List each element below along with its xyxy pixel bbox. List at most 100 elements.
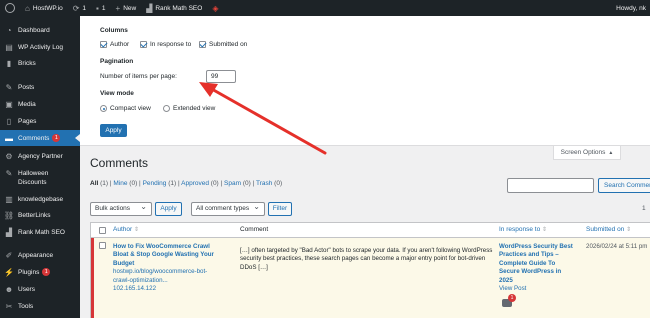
home-icon: ⌂	[25, 3, 30, 13]
sidebar-item-rank-math-seo[interactable]: ▟ Rank Math SEO	[0, 228, 80, 237]
response-post-title[interactable]: WordPress Security Best	[499, 243, 584, 251]
author-name-line: Bloat & Stop Google Wasting Your	[113, 251, 214, 259]
filter-spam[interactable]: Spam	[224, 180, 241, 187]
bulk-actions-select[interactable]: Bulk actions	[90, 201, 152, 216]
sidebar-item-media[interactable]: ▣ Media	[0, 100, 80, 109]
sidebar-item-bricks[interactable]: ▮ Bricks	[0, 59, 80, 68]
per-page-input[interactable]: 99	[206, 70, 236, 83]
updates-link[interactable]: ⟳ 1	[68, 0, 91, 16]
sidebar-item-pages[interactable]: ▯ Pages	[0, 117, 80, 126]
updates-count: 1	[82, 4, 87, 12]
columns-heading: Columns	[100, 27, 128, 34]
sidebar-item-tools[interactable]: ✂ Tools	[0, 302, 80, 311]
search-comments-button[interactable]: Search Comments	[598, 178, 650, 193]
filter-all[interactable]: All	[90, 180, 98, 187]
partner-icon: ⚙	[5, 152, 13, 161]
user-icon: ☻	[4, 285, 14, 294]
sidebar-item-halloween-discounts[interactable]: ✎ Halloween Discounts	[0, 169, 80, 187]
comments-count: 1	[101, 4, 106, 12]
response-post-title[interactable]: Practices and Tips –	[499, 251, 584, 259]
pending-comment-count: 1	[508, 294, 516, 302]
comment-icon: ▪	[96, 3, 99, 13]
search-input[interactable]	[507, 178, 594, 193]
column-in-response-to-checkbox[interactable]: In response to	[140, 41, 191, 48]
admin-sidebar: ◔ Dashboard ▤ WP Activity Log ▮ Bricks ✎…	[0, 16, 80, 318]
checkbox[interactable]	[140, 41, 147, 48]
compact-view-radio[interactable]: Compact view	[100, 105, 151, 112]
site-name: HostWP.io	[32, 4, 63, 12]
view-post-link[interactable]: View Post	[499, 285, 584, 293]
select-all-checkbox[interactable]	[99, 227, 106, 234]
submitted-on-cell[interactable]: 2026/02/24 at 5:11 pm	[586, 243, 650, 251]
author-url-link[interactable]: hostwp.io/blog/woocommerce-bot-	[113, 268, 233, 276]
radio[interactable]	[163, 105, 170, 112]
filter-count: (0)	[210, 180, 219, 187]
filter-mine[interactable]: Mine	[113, 180, 127, 187]
column-in-response-to-header[interactable]: In response to ⇕	[499, 226, 547, 233]
wordpress-logo-icon[interactable]	[0, 0, 20, 16]
filter-count: (1)	[168, 180, 177, 187]
admin-bar: ⌂ HostWP.io ⟳ 1 ▪ 1 + New ▟ Rank Math SE…	[0, 0, 650, 16]
sidebar-item-betterlinks[interactable]: ⛓ BetterLinks	[0, 211, 80, 220]
filter-count: (0)	[242, 180, 251, 187]
site-name-link[interactable]: ⌂ HostWP.io	[20, 0, 68, 16]
bulk-apply-button[interactable]: Apply	[155, 202, 182, 216]
sidebar-item-comments[interactable]: ▬ Comments 1	[0, 130, 80, 146]
checkbox-label: Submitted on	[209, 41, 248, 48]
plugin-icon: ⚡	[4, 268, 14, 277]
author-ip-link[interactable]: 102.165.14.122	[113, 285, 233, 293]
screen-options-apply-button[interactable]: Apply	[100, 124, 127, 137]
plugins-badge: 1	[42, 268, 51, 276]
pin-icon: ✎	[5, 169, 13, 178]
rankmath-icon: ▟	[146, 3, 153, 13]
comment-types-select[interactable]: All comment types	[191, 201, 265, 216]
media-icon: ▣	[5, 100, 13, 109]
comments-link[interactable]: ▪ 1	[91, 0, 110, 16]
screen-options-tab[interactable]: Screen Options ▲	[553, 146, 621, 160]
checkbox[interactable]	[199, 41, 206, 48]
sidebar-item-users[interactable]: ☻ Users	[0, 285, 80, 294]
response-post-title[interactable]: Secure WordPress in	[499, 268, 584, 276]
comment-text-line: security best practices, these search pa…	[240, 255, 486, 263]
bricks-icon: ▮	[6, 59, 12, 68]
filter-approved[interactable]: Approved	[181, 180, 209, 187]
sidebar-item-label: Agency Partner	[18, 153, 63, 160]
rankmath-link[interactable]: ▟ Rank Math SEO	[141, 0, 207, 16]
sidebar-item-label: Plugins	[18, 269, 40, 276]
extended-view-radio[interactable]: Extended view	[163, 105, 215, 112]
column-submitted-on-header[interactable]: Submitted on ⇕	[586, 226, 631, 233]
sidebar-item-agency-partner[interactable]: ⚙ Agency Partner	[0, 152, 80, 161]
response-post-title[interactable]: Complete Guide To	[499, 260, 584, 268]
filter-count: (0)	[274, 180, 283, 187]
author-url-link[interactable]: crawl-optimization...	[113, 277, 233, 285]
sidebar-item-wp-activity-log[interactable]: ▤ WP Activity Log	[0, 43, 80, 52]
filter-pending[interactable]: Pending	[143, 180, 167, 187]
sidebar-item-posts[interactable]: ✎ Posts	[0, 83, 80, 92]
filter-trash[interactable]: Trash	[256, 180, 272, 187]
sidebar-item-knowledgebase[interactable]: ▥ knowledgebase	[0, 195, 80, 204]
response-post-title[interactable]: 2025	[499, 277, 584, 285]
sidebar-item-dashboard[interactable]: ◔ Dashboard	[0, 26, 80, 35]
sort-icon: ⇕	[133, 227, 139, 233]
column-author-header[interactable]: Author ⇕	[113, 226, 139, 233]
brush-icon: ✐	[5, 251, 13, 260]
sidebar-item-label: Pages	[18, 118, 37, 125]
account-menu[interactable]: Howdy, nk	[611, 0, 650, 16]
wrench-icon: ✂	[5, 302, 13, 311]
sort-icon: ⇕	[542, 227, 548, 233]
new-content-link[interactable]: + New	[111, 0, 142, 16]
sidebar-item-label: Dashboard	[18, 27, 50, 34]
header-label: In response to	[499, 226, 541, 233]
filter-button[interactable]: Filter	[268, 202, 292, 216]
plus-icon: +	[115, 3, 121, 13]
comment-cell: […] often targeted by "Bad Actor" bots t…	[240, 247, 500, 272]
rankmath-alert[interactable]: ◈	[207, 0, 223, 16]
sidebar-item-appearance[interactable]: ✐ Appearance	[0, 251, 80, 260]
column-author-checkbox[interactable]: Author	[100, 41, 129, 48]
view-mode-heading: View mode	[100, 90, 134, 97]
row-checkbox[interactable]	[99, 242, 106, 249]
column-submitted-on-checkbox[interactable]: Submitted on	[199, 41, 247, 48]
checkbox[interactable]	[100, 41, 107, 48]
radio[interactable]	[100, 105, 107, 112]
sidebar-item-plugins[interactable]: ⚡ Plugins 1	[0, 268, 80, 277]
